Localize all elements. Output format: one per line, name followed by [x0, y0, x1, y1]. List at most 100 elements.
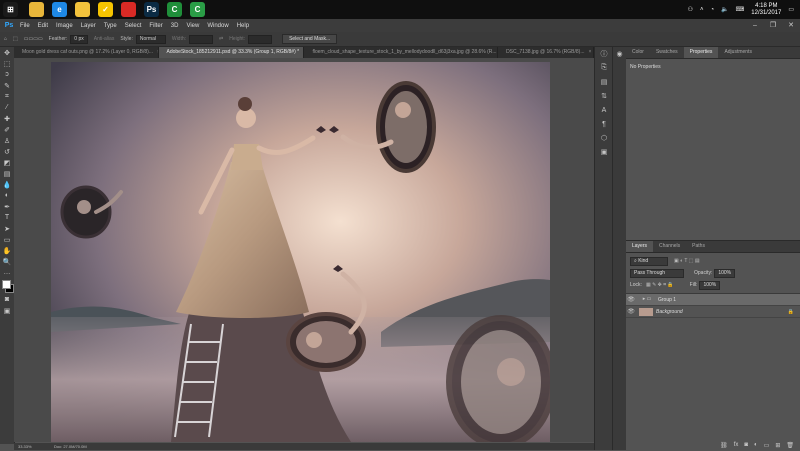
rectangle-tool-icon[interactable]: ▭ — [0, 234, 14, 245]
menu-item-image[interactable]: Image — [52, 23, 77, 29]
menu-item-filter[interactable]: Filter — [145, 23, 166, 29]
menu-item-layer[interactable]: Layer — [77, 23, 100, 29]
image-icon[interactable]: ▣ — [595, 145, 613, 159]
layer-name[interactable]: Background — [656, 309, 683, 315]
tab-adjustments[interactable]: Adjustments — [718, 47, 758, 58]
chevron-up-icon[interactable]: ˄ — [700, 7, 704, 13]
swap-icon[interactable]: ⇄ — [219, 36, 223, 42]
menu-item-view[interactable]: View — [182, 23, 203, 29]
height-input[interactable] — [248, 34, 273, 44]
gradient-tool-icon[interactable]: ▤ — [0, 168, 14, 179]
visibility-eye-icon[interactable]: 👁 — [626, 296, 636, 303]
app-red-icon[interactable] — [121, 2, 136, 17]
menu-item-3d[interactable]: 3D — [167, 23, 183, 29]
menu-item-window[interactable]: Window — [203, 23, 232, 29]
camtasia-white-icon[interactable]: C — [190, 2, 205, 17]
libraries-icon[interactable]: ▤ — [595, 75, 613, 89]
blend-mode-select[interactable]: Pass Through — [630, 268, 684, 278]
select-and-mask-button[interactable]: Select and Mask... — [282, 34, 338, 44]
brush-tool-icon[interactable]: ✐ — [0, 124, 14, 135]
filter-kind-select[interactable]: ⌕ Kind — [630, 256, 668, 266]
width-input[interactable] — [189, 34, 214, 44]
tab-color[interactable]: Color — [626, 47, 650, 58]
camtasia-green-icon[interactable]: C — [167, 2, 182, 17]
tab-properties[interactable]: Properties — [683, 47, 719, 58]
feather-input[interactable]: 0 px — [70, 34, 88, 44]
minimize-icon[interactable]: – — [746, 19, 764, 32]
layer-row[interactable]: 👁 ▸ ▭ Group 1 — [626, 294, 800, 306]
healing-tool-icon[interactable]: ✚ — [0, 113, 14, 124]
file-explorer-icon[interactable] — [75, 2, 90, 17]
move-tool-icon[interactable]: ✥ — [0, 47, 14, 58]
eyedropper-tool-icon[interactable]: ⁄ — [0, 102, 14, 113]
tab-channels[interactable]: Channels — [653, 241, 686, 252]
antialias-checkbox[interactable]: Anti-alias — [94, 36, 115, 42]
filter-icons[interactable]: ▣ ◐ T ⬚ ▤ — [674, 258, 700, 264]
menu-item-help[interactable]: Help — [233, 23, 253, 29]
lasso-tool-icon[interactable]: ↄ — [0, 69, 14, 80]
tab-layers[interactable]: Layers — [626, 241, 654, 252]
zoom-tool-icon[interactable]: 🔍 — [0, 256, 14, 267]
lock-icons[interactable]: ▦ ✎ ✥ ⌗ 🔒 — [646, 282, 674, 288]
selection-mode-icons[interactable]: ▭▭▭▭ — [24, 36, 43, 42]
keyboard-icon[interactable]: ⌨ — [736, 6, 745, 13]
3d-icon[interactable]: ⬡ — [595, 131, 613, 145]
document-size[interactable]: Doc: 27.0M/70.0M — [54, 444, 87, 449]
more-tools-icon[interactable]: … — [0, 267, 14, 278]
windows-start-icon[interactable]: ⊞ — [3, 2, 18, 17]
link-icon[interactable]: ⛓ — [720, 442, 728, 449]
chrome-icon[interactable] — [29, 2, 44, 17]
visibility-eye-icon[interactable]: 👁 — [626, 308, 636, 315]
fill-input[interactable]: 100% — [699, 280, 721, 290]
eraser-tool-icon[interactable]: ◩ — [0, 157, 14, 168]
close-icon[interactable]: ✕ — [782, 19, 800, 32]
marquee-tool-icon[interactable]: ⬚ — [0, 58, 14, 69]
quick-mask-icon[interactable]: ◙ — [0, 294, 14, 305]
menu-item-file[interactable]: File — [16, 23, 34, 29]
dodge-tool-icon[interactable]: ◐ — [0, 190, 14, 201]
character-icon[interactable]: A — [595, 103, 613, 117]
history-brush-tool-icon[interactable]: ↺ — [0, 146, 14, 157]
home-icon[interactable]: ⌂ — [4, 36, 7, 42]
document-tab[interactable]: DSC_7138.jpg @ 16.7% (RGB/8)... × — [498, 47, 594, 58]
people-icon[interactable]: ⚇ — [688, 6, 693, 13]
type-tool-icon[interactable]: T — [0, 212, 14, 223]
document-tab[interactable]: AdobeStock_185212911.psd @ 33.3% (Group … — [158, 47, 305, 58]
foreground-color-swatch[interactable] — [2, 280, 11, 289]
menu-item-type[interactable]: Type — [100, 23, 121, 29]
network-icon[interactable]: ◔ — [711, 7, 715, 13]
marquee-tool-icon[interactable]: ⬚ — [13, 36, 18, 42]
hand-tool-icon[interactable]: ✋ — [0, 245, 14, 256]
volume-icon[interactable]: 🔈 — [721, 6, 728, 13]
tab-paths[interactable]: Paths — [686, 241, 711, 252]
pen-tool-icon[interactable]: ✒ — [0, 201, 14, 212]
system-clock[interactable]: 4:18 PM 12/31/2017 — [751, 3, 781, 17]
adjustment-layer-icon[interactable]: ◐ — [754, 442, 758, 449]
new-layer-icon[interactable]: ⊞ — [775, 442, 780, 449]
document-tab[interactable]: Moon gold dress caf outs.png @ 17.2% (La… — [14, 47, 159, 58]
document-tab[interactable]: floem_cloud_shape_texture_stock_1_by_mel… — [304, 47, 499, 58]
swatch-icon[interactable]: ◉ — [613, 47, 626, 61]
tab-swatches[interactable]: Swatches — [650, 47, 684, 58]
trash-icon[interactable]: 🗑 — [786, 442, 794, 449]
adjust-icon[interactable]: ⇅ — [595, 89, 613, 103]
zoom-level[interactable]: 33.33% — [18, 444, 32, 449]
mask-icon[interactable]: ◙ — [744, 442, 748, 449]
menu-item-edit[interactable]: Edit — [34, 23, 52, 29]
quick-select-tool-icon[interactable]: ✎ — [0, 80, 14, 91]
screen-mode-icon[interactable]: ▣ — [0, 305, 14, 316]
norton-icon[interactable]: ✓ — [98, 2, 113, 17]
menu-item-select[interactable]: Select — [121, 23, 146, 29]
color-swatches[interactable] — [0, 278, 14, 294]
path-selection-tool-icon[interactable]: ➤ — [0, 223, 14, 234]
maximize-icon[interactable]: ❐ — [764, 19, 782, 32]
clone-stamp-tool-icon[interactable]: ♙ — [0, 135, 14, 146]
fx-icon[interactable]: fx — [734, 442, 739, 449]
style-select[interactable]: Normal — [135, 34, 166, 44]
history-icon[interactable]: ⎘ — [595, 61, 613, 75]
new-group-icon[interactable]: ▭ — [764, 442, 770, 449]
opacity-input[interactable]: 100% — [714, 268, 736, 278]
blur-tool-icon[interactable]: 💧 — [0, 179, 14, 190]
paragraph-icon[interactable]: ¶ — [595, 117, 613, 131]
edge-icon[interactable]: e — [52, 2, 67, 17]
